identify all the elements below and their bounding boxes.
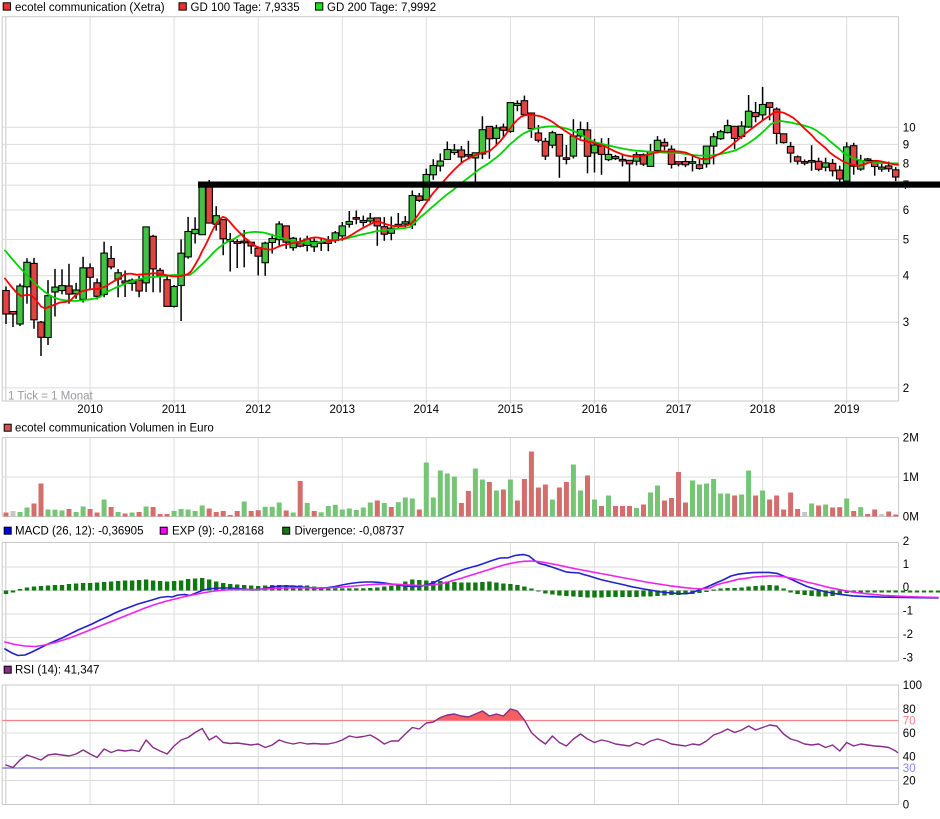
svg-text:2018: 2018 — [750, 404, 776, 416]
svg-text:2: 2 — [903, 536, 909, 548]
svg-text:40: 40 — [903, 752, 916, 764]
svg-text:RSI (14): 41,347: RSI (14): 41,347 — [15, 664, 99, 676]
svg-text:30: 30 — [903, 763, 916, 775]
svg-text:10: 10 — [903, 122, 916, 134]
svg-text:2013: 2013 — [330, 404, 356, 416]
svg-text:0M: 0M — [903, 512, 919, 524]
svg-text:2014: 2014 — [414, 404, 440, 416]
svg-text:ecotel communication (Xetra): ecotel communication (Xetra) — [15, 2, 165, 14]
svg-text:2010: 2010 — [77, 404, 103, 416]
svg-text:2015: 2015 — [498, 404, 524, 416]
svg-text:1: 1 — [903, 559, 909, 571]
svg-text:2: 2 — [903, 383, 909, 395]
svg-text:2M: 2M — [903, 433, 919, 445]
svg-text:MACD (26, 12): -0,36905: MACD (26, 12): -0,36905 — [15, 525, 143, 537]
svg-text:-1: -1 — [903, 606, 913, 618]
svg-text:Divergence: -0,08737: Divergence: -0,08737 — [295, 525, 405, 537]
svg-text:2011: 2011 — [162, 404, 187, 416]
svg-text:6: 6 — [903, 205, 909, 217]
svg-text:20: 20 — [903, 776, 916, 788]
svg-text:2019: 2019 — [834, 404, 860, 416]
svg-text:2012: 2012 — [245, 404, 271, 416]
svg-text:80: 80 — [903, 704, 916, 716]
svg-text:GD 100 Tage: 7,9335: GD 100 Tage: 7,9335 — [191, 2, 300, 14]
svg-text:-3: -3 — [903, 653, 913, 665]
svg-text:2016: 2016 — [582, 404, 608, 416]
svg-text:0: 0 — [903, 582, 909, 594]
svg-text:ecotel communication Volumen i: ecotel communication Volumen in Euro — [15, 422, 214, 434]
svg-text:5: 5 — [903, 235, 909, 247]
svg-text:60: 60 — [903, 728, 916, 740]
svg-text:1 Tick = 1 Monat: 1 Tick = 1 Monat — [8, 391, 93, 403]
svg-text:EXP (9): -0,28168: EXP (9): -0,28168 — [172, 525, 264, 537]
svg-text:0: 0 — [903, 800, 909, 812]
svg-text:4: 4 — [903, 271, 910, 283]
svg-text:9: 9 — [903, 139, 909, 151]
svg-text:100: 100 — [903, 680, 922, 692]
svg-text:2017: 2017 — [666, 404, 692, 416]
svg-text:8: 8 — [903, 158, 909, 170]
svg-text:1M: 1M — [903, 472, 919, 484]
svg-text:GD 200 Tage: 7,9992: GD 200 Tage: 7,9992 — [327, 2, 436, 14]
svg-text:3: 3 — [903, 317, 909, 329]
svg-text:-2: -2 — [903, 629, 913, 641]
svg-text:70: 70 — [903, 716, 916, 728]
